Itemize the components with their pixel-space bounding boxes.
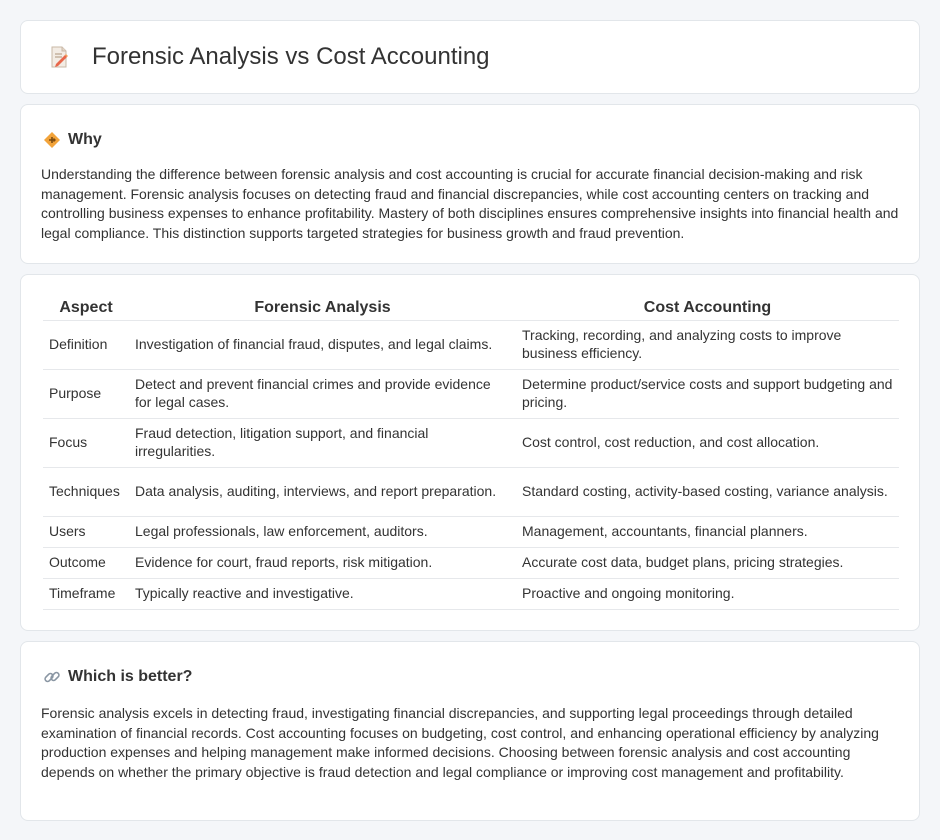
cost-cell: Management, accountants, financial plann… <box>516 516 899 548</box>
which-better-section: Which is better? Forensic analysis excel… <box>20 641 920 821</box>
cost-cell: Tracking, recording, and analyzing costs… <box>516 320 899 370</box>
why-title: Why <box>68 130 102 148</box>
comparison-table: Aspect Forensic Analysis Cost Accounting… <box>43 297 899 610</box>
table-row: Techniques Data analysis, auditing, inte… <box>43 467 899 517</box>
page-title: Forensic Analysis vs Cost Accounting <box>92 43 490 70</box>
aspect-cell: Techniques <box>43 467 129 517</box>
table-row: Users Legal professionals, law enforceme… <box>43 516 899 548</box>
header-forensic-analysis: Forensic Analysis <box>129 297 516 321</box>
which-better-heading: Which is better? <box>21 642 919 688</box>
table-header-row: Aspect Forensic Analysis Cost Accounting <box>43 297 899 321</box>
document-edit-icon <box>47 45 71 69</box>
aspect-cell: Definition <box>43 320 129 370</box>
table-row: Focus Fraud detection, litigation suppor… <box>43 418 899 468</box>
cost-cell: Proactive and ongoing monitoring. <box>516 578 899 610</box>
why-section: Why Understanding the difference between… <box>20 104 920 264</box>
table-row: Timeframe Typically reactive and investi… <box>43 578 899 610</box>
page-header: Forensic Analysis vs Cost Accounting <box>21 21 919 93</box>
forensic-cell: Data analysis, auditing, interviews, and… <box>129 467 516 517</box>
which-better-title: Which is better? <box>68 667 193 685</box>
aspect-cell: Focus <box>43 418 129 468</box>
which-better-body: Forensic analysis excels in detecting fr… <box>41 705 879 780</box>
aspect-cell: Timeframe <box>43 578 129 610</box>
table-row: Definition Investigation of financial fr… <box>43 320 899 370</box>
table-row: Purpose Detect and prevent financial cri… <box>43 369 899 419</box>
aspect-cell: Users <box>43 516 129 548</box>
cost-cell: Standard costing, activity-based costing… <box>516 467 899 517</box>
header-card: Forensic Analysis vs Cost Accounting <box>20 20 920 94</box>
cost-cell: Cost control, cost reduction, and cost a… <box>516 418 899 468</box>
aspect-cell: Outcome <box>43 547 129 579</box>
forensic-cell: Investigation of financial fraud, disput… <box>129 320 516 370</box>
cost-cell: Accurate cost data, budget plans, pricin… <box>516 547 899 579</box>
header-aspect: Aspect <box>43 297 129 321</box>
aspect-cell: Purpose <box>43 369 129 419</box>
why-heading: Why <box>21 105 919 151</box>
table-row: Outcome Evidence for court, fraud report… <box>43 547 899 579</box>
header-cost-accounting: Cost Accounting <box>516 297 899 321</box>
forensic-cell: Typically reactive and investigative. <box>129 578 516 610</box>
link-icon <box>43 668 61 686</box>
forensic-cell: Legal professionals, law enforcement, au… <box>129 516 516 548</box>
why-body: Understanding the difference between for… <box>41 166 899 241</box>
cost-cell: Determine product/service costs and supp… <box>516 369 899 419</box>
forensic-cell: Detect and prevent financial crimes and … <box>129 369 516 419</box>
forensic-cell: Evidence for court, fraud reports, risk … <box>129 547 516 579</box>
comparison-section: Aspect Forensic Analysis Cost Accounting… <box>20 274 920 631</box>
forensic-cell: Fraud detection, litigation support, and… <box>129 418 516 468</box>
diamond-warning-icon <box>43 131 61 149</box>
